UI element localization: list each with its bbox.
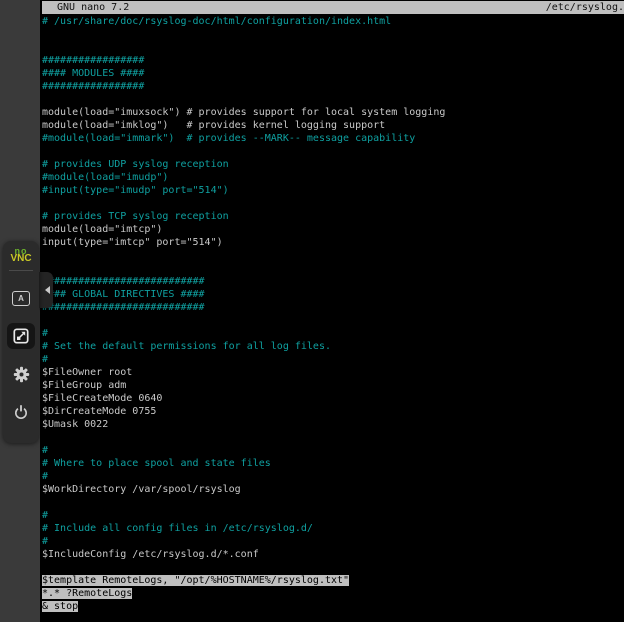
- editor-line: #: [42, 444, 624, 457]
- editor-line: #module(load="imudp"): [42, 171, 624, 184]
- vnc-control-bar: no VNC A: [3, 241, 39, 443]
- editor-line: $FileCreateMode 0640: [42, 392, 624, 405]
- editor-line: module(load="imuxsock") # provides suppo…: [42, 106, 624, 119]
- editor-line: #: [42, 535, 624, 548]
- control-bar-handle[interactable]: [38, 272, 53, 308]
- novnc-logo: no VNC: [10, 247, 31, 263]
- vnc-background-strip: no VNC A: [0, 0, 40, 622]
- editor-line: $Umask 0022: [42, 418, 624, 431]
- editor-line: #module(load="immark") # provides --MARK…: [42, 132, 624, 145]
- editor-line: #################: [42, 80, 624, 93]
- editor-line: [42, 197, 624, 210]
- editor-line: #### GLOBAL DIRECTIVES ####: [42, 288, 624, 301]
- editor-line: # /usr/share/doc/rsyslog-doc/html/config…: [42, 15, 624, 28]
- toolbar-divider: [9, 270, 33, 271]
- editor-content: # /usr/share/doc/rsyslog-doc/html/config…: [40, 14, 624, 613]
- keyboard-a-key-icon: A: [12, 291, 30, 306]
- nano-version: GNU nano 7.2: [42, 1, 129, 14]
- editor-line: $FileGroup adm: [42, 379, 624, 392]
- editor-line: module(load="imklog") # provides kernel …: [42, 119, 624, 132]
- editor-line: input(type="imtcp" port="514"): [42, 236, 624, 249]
- editor-line: [42, 262, 624, 275]
- editor-line: ###########################: [42, 301, 624, 314]
- editor-line: [42, 93, 624, 106]
- nano-titlebar: GNU nano 7.2 /etc/rsyslog.: [42, 1, 624, 14]
- editor-line: $DirCreateMode 0755: [42, 405, 624, 418]
- editor-line: #input(type="imudp" port="514"): [42, 184, 624, 197]
- power-icon: [13, 404, 29, 420]
- editor-line: #: [42, 509, 624, 522]
- editor-line: [42, 561, 624, 574]
- novnc-logo-vnc: VNC: [10, 255, 31, 263]
- editor-line: *.* ?RemoteLogs: [42, 587, 624, 600]
- gear-icon: [13, 366, 30, 383]
- power-button[interactable]: [7, 399, 35, 425]
- editor-line: #### MODULES ####: [42, 67, 624, 80]
- editor-line: [42, 314, 624, 327]
- collapse-left-icon: [45, 286, 50, 294]
- editor-line: #################: [42, 54, 624, 67]
- fullscreen-icon: [13, 328, 29, 344]
- editor-line: # Include all config files in /etc/rsysl…: [42, 522, 624, 535]
- editor-line: [42, 496, 624, 509]
- editor-line: [42, 145, 624, 158]
- editor-line: & stop: [42, 600, 624, 613]
- editor-line: #: [42, 353, 624, 366]
- editor-line: ###########################: [42, 275, 624, 288]
- editor-line: $IncludeConfig /etc/rsyslog.d/*.conf: [42, 548, 624, 561]
- editor-line: # provides TCP syslog reception: [42, 210, 624, 223]
- editor-line: #: [42, 327, 624, 340]
- terminal[interactable]: GNU nano 7.2 /etc/rsyslog. # /usr/share/…: [40, 0, 624, 622]
- nano-filename: /etc/rsyslog.: [546, 1, 624, 14]
- editor-line: $template RemoteLogs, "/opt/%HOSTNAME%/r…: [42, 574, 624, 587]
- editor-line: [42, 431, 624, 444]
- vnc-screen: no VNC A: [0, 0, 624, 622]
- editor-line: $WorkDirectory /var/spool/rsyslog: [42, 483, 624, 496]
- editor-line: #: [42, 470, 624, 483]
- editor-line: $FileOwner root: [42, 366, 624, 379]
- editor-line: # provides UDP syslog reception: [42, 158, 624, 171]
- editor-line: # Where to place spool and state files: [42, 457, 624, 470]
- settings-button[interactable]: [7, 361, 35, 387]
- fullscreen-button[interactable]: [7, 323, 35, 349]
- editor-line: module(load="imtcp"): [42, 223, 624, 236]
- editor-line: [42, 28, 624, 41]
- editor-line: [42, 249, 624, 262]
- extra-keys-button[interactable]: A: [7, 285, 35, 311]
- editor-line: [42, 41, 624, 54]
- editor-line: # Set the default permissions for all lo…: [42, 340, 624, 353]
